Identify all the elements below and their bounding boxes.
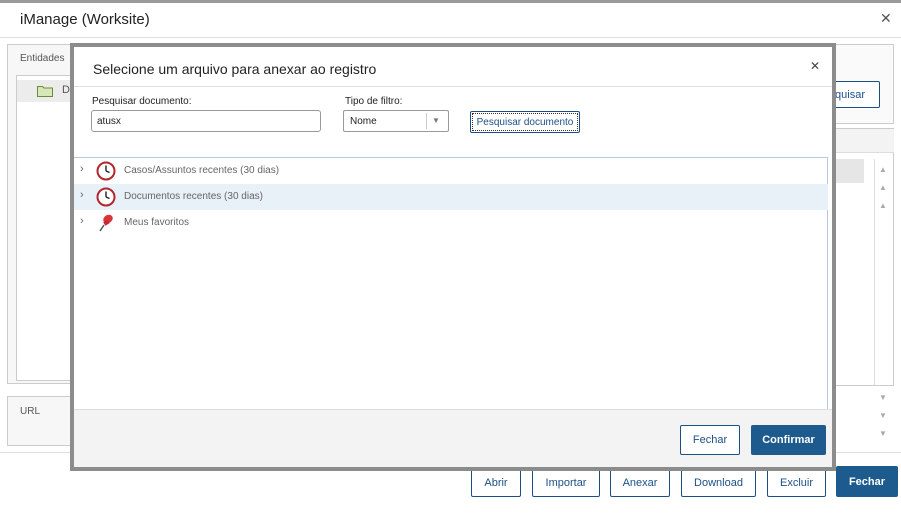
folder-icon [37,86,53,97]
scroll-page-down-icon[interactable]: ▼ [876,409,890,421]
tree-item[interactable]: › Casos/Assuntos recentes (30 dias) [74,158,828,184]
open-button[interactable]: Abrir [471,468,521,497]
right-panel-list: ▲ ▲ ▲ ▼ ▼ ▼ [830,128,894,438]
entities-panel: Entidades D [7,44,77,384]
download-button[interactable]: Download [681,468,756,497]
filter-select[interactable]: Nome ▼ [343,110,449,132]
import-button[interactable]: Importar [532,468,600,497]
scroll-top-icon[interactable]: ▲ [876,163,890,175]
search-document-button[interactable]: Pesquisar documento [470,111,580,133]
dialog-close-icon[interactable]: ✕ [810,59,820,73]
chevron-right-icon[interactable]: › [80,189,84,201]
top-border [0,0,901,3]
url-panel: URL [7,396,72,446]
clock-icon [96,187,116,207]
clock-icon [96,161,116,181]
entities-folder-label: D [62,84,70,96]
entities-tree-box: D [16,75,77,381]
search-label: Pesquisar documento: [92,96,192,107]
modal-body: Selecione um arquivo para anexar ao regi… [74,47,832,467]
entities-folder-row[interactable]: D [17,80,77,102]
filter-select-value: Nome [350,116,377,127]
close-main-button[interactable]: Fechar [836,466,898,497]
chevron-right-icon[interactable]: › [80,163,84,175]
pushpin-icon [96,213,116,233]
window-title: iManage (Worksite) [20,11,150,28]
confirm-button[interactable]: Confirmar [751,425,826,455]
dialog-header-divider [74,86,832,87]
tree-item[interactable]: › Documentos recentes (30 dias) [74,184,828,210]
scroll-bottom-icon[interactable]: ▼ [876,427,890,439]
tree-item-label: Meus favoritos [124,217,190,228]
title-divider [0,37,901,38]
dialog-title: Selecione um arquivo para anexar ao regi… [93,61,377,77]
filter-label: Tipo de filtro: [345,96,403,107]
dialog-footer: Fechar Confirmar [74,409,832,467]
select-divider [426,113,427,129]
scroll-down-icon[interactable]: ▼ [876,391,890,403]
document-tree: › Casos/Assuntos recentes (30 dias) › Docum… [74,157,828,409]
search-input-value: atusx [97,116,121,127]
attach-button[interactable]: Anexar [610,468,670,497]
scroll-page-up-icon[interactable]: ▲ [876,181,890,193]
delete-button[interactable]: Excluir [767,468,826,497]
chevron-right-icon[interactable]: › [80,215,84,227]
url-label: URL [20,406,41,417]
dialog-close-button[interactable]: Fechar [680,425,740,455]
entities-label: Entidades [20,53,65,64]
modal-dialog: Selecione um arquivo para anexar ao regi… [70,43,836,471]
tree-item[interactable]: › Meus favoritos [74,210,828,236]
scroll-up-icon[interactable]: ▲ [876,199,890,211]
chevron-down-icon: ▼ [432,116,440,125]
search-input[interactable]: atusx [91,110,321,132]
tree-item-label: Documentos recentes (30 dias) [124,191,263,202]
tree-item-label: Casos/Assuntos recentes (30 dias) [124,165,280,176]
window-close-icon[interactable]: ✕ [880,10,892,27]
right-panel-header [830,129,894,153]
